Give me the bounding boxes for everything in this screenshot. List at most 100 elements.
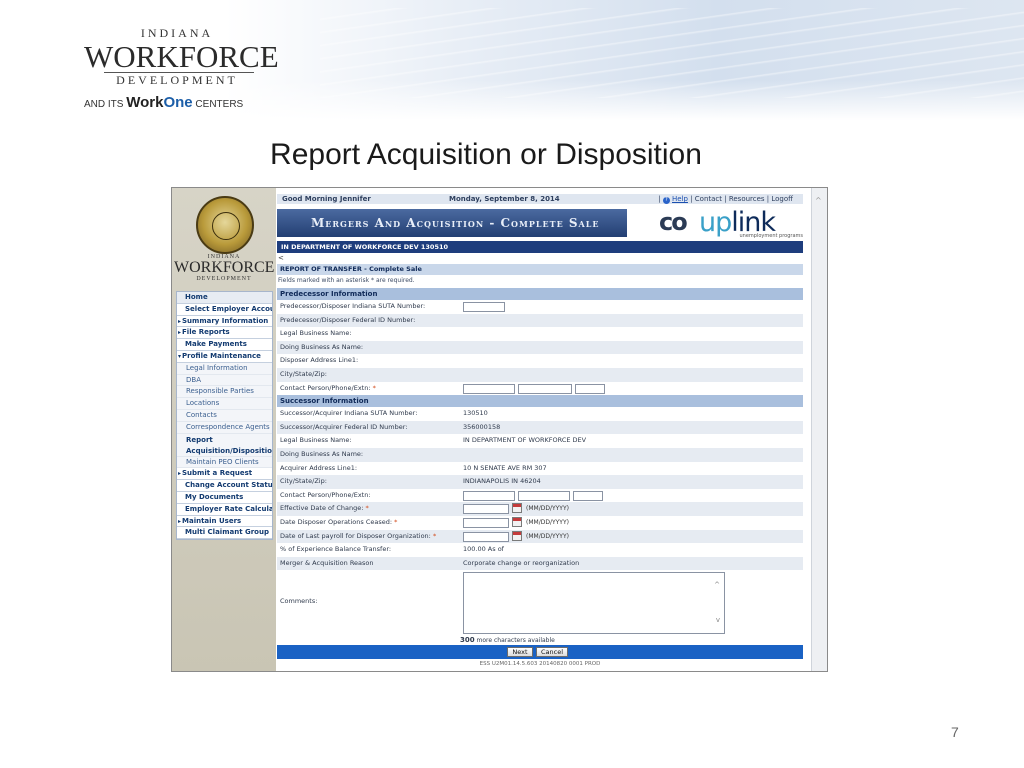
required-asterisk: *: [372, 383, 376, 392]
greeting-text: Good Morning Jennifer: [282, 195, 371, 203]
menu-item-employer-rate-calculator[interactable]: Employer Rate Calculator: [177, 504, 272, 516]
characters-count: 300: [460, 636, 475, 645]
acquisition-reason-label: Merger & Acquisition Reason: [280, 558, 374, 567]
tagline-work: Work: [126, 94, 164, 111]
comments-textarea[interactable]: ^ v: [463, 572, 725, 635]
form-row-acquirer-address: Acquirer Address Line1: 10 N SENATE AVE …: [277, 462, 803, 476]
menu-item-responsible-parties[interactable]: Responsible Parties: [177, 386, 272, 399]
predecessor-dba-label: Doing Business As Name:: [280, 342, 364, 351]
calendar-icon[interactable]: [512, 503, 522, 514]
employer-account-bar: IN DEPARTMENT OF WORKFORCE DEV 130510: [277, 241, 803, 253]
uplink-logo-up: up: [699, 207, 732, 238]
page-number: 7: [951, 724, 959, 740]
uplink-subtitle: unemployment programs: [739, 233, 803, 239]
predecessor-section-heading: Predecessor Information: [277, 288, 803, 300]
menu-item-multi-claimant-group[interactable]: Multi Claimant Group: [177, 527, 272, 540]
next-button[interactable]: Next: [507, 647, 533, 658]
predecessor-contact-phone-input[interactable]: [518, 383, 572, 394]
successor-contact-name-input[interactable]: [463, 490, 515, 501]
predecessor-city-label: City/State/Zip:: [280, 369, 327, 378]
uplink-logo-co: co: [659, 208, 688, 236]
menu-item-home[interactable]: Home: [177, 292, 272, 304]
form-row-successor-city: City/State/Zip: INDIANAPOLIS IN 46204: [277, 475, 803, 489]
form-row-ceased-date: Date Disposer Operations Ceased: * (MM/D…: [277, 516, 803, 530]
menu-item-maintain-users[interactable]: Maintain Users: [177, 516, 272, 528]
last-payroll-date-input[interactable]: [463, 531, 509, 542]
menu-item-my-documents[interactable]: My Documents: [177, 492, 272, 504]
predecessor-contact-extn-input[interactable]: [575, 383, 605, 394]
menu-item-maintain-peo-clients[interactable]: Maintain PEO Clients: [177, 456, 272, 469]
menu-item-file-reports[interactable]: File Reports: [177, 327, 272, 340]
slide-header-swoosh: [320, 8, 1024, 98]
characters-remaining: 300 more characters available: [277, 636, 803, 645]
scroll-up-arrow-icon[interactable]: ^: [815, 196, 822, 205]
scroll-up-icon[interactable]: ^: [714, 579, 720, 593]
scroll-down-icon[interactable]: v: [716, 614, 720, 628]
left-navigation: INDIANA WORKFORCE DEVELOPMENT Home Selec…: [172, 188, 276, 671]
menu-item-make-payments[interactable]: Make Payments: [177, 339, 272, 351]
help-icon[interactable]: ?: [662, 197, 670, 204]
form-row-effective-date: Effective Date of Change: * (MM/DD/YYYY): [277, 502, 803, 516]
form-row-predecessor-city: City/State/Zip:: [277, 367, 803, 382]
menu-item-report-acquisition-disposition[interactable]: Report Acquisition/Disposition: [177, 433, 272, 457]
back-link[interactable]: <: [278, 254, 284, 262]
menu-item-summary-information[interactable]: Summary Information: [177, 316, 272, 328]
calendar-icon[interactable]: [512, 530, 522, 541]
nav-logo-workforce: WORKFORCE: [174, 259, 275, 276]
successor-fein-value: 356000158: [463, 422, 501, 431]
predecessor-contact-name-input[interactable]: [463, 383, 515, 394]
menu-item-locations[interactable]: Locations: [177, 398, 272, 410]
state-seal-icon: [196, 196, 254, 254]
menu-item-contacts[interactable]: Contacts: [177, 409, 272, 422]
required-asterisk: *: [365, 504, 369, 513]
required-fields-note: Fields marked with an asterisk * are req…: [278, 277, 415, 284]
form-row-last-payroll-date: Date of Last payroll for Disposer Organi…: [277, 529, 803, 544]
successor-city-label: City/State/Zip:: [280, 477, 327, 486]
successor-legal-name-label: Legal Business Name:: [280, 436, 352, 445]
side-menu: Home Select Employer Account Summary Inf…: [176, 291, 273, 541]
form-row-disposer-address: Disposer Address Line1:: [277, 354, 803, 368]
acquisition-reason-value: Corporate change or reorganization: [463, 558, 580, 567]
tagline-workone: WorkOne: [126, 94, 192, 111]
menu-item-dba[interactable]: DBA: [177, 374, 272, 387]
last-payroll-date-label: Date of Last payroll for Disposer Organi…: [280, 530, 436, 544]
button-bar: Next Cancel: [277, 645, 803, 660]
effective-date-input[interactable]: [463, 504, 509, 515]
report-title: REPORT OF TRANSFER - Complete Sale: [277, 264, 803, 275]
last-payroll-date-label-text: Date of Last payroll for Disposer Organi…: [280, 531, 431, 540]
menu-item-select-employer-account[interactable]: Select Employer Account: [177, 304, 272, 316]
date-text: Monday, September 8, 2014: [449, 195, 560, 203]
menu-item-submit-a-request[interactable]: Submit a Request: [177, 468, 272, 481]
successor-fein-label: Successor/Acquirer Federal ID Number:: [280, 422, 408, 431]
menu-item-correspondence-agents[interactable]: Correspondence Agents: [177, 421, 272, 434]
effective-date-format: (MM/DD/YYYY): [526, 505, 569, 513]
predecessor-suta-input[interactable]: [463, 302, 505, 312]
acquirer-address-value: 10 N SENATE AVE RM 307: [463, 463, 547, 472]
successor-section-heading: Successor Information: [277, 395, 803, 408]
menu-item-change-account-status[interactable]: Change Account Status: [177, 480, 272, 492]
cancel-button[interactable]: Cancel: [536, 647, 568, 658]
vertical-scrollbar[interactable]: ^: [811, 188, 827, 671]
nav-logo: INDIANA WORKFORCE DEVELOPMENT: [174, 254, 274, 282]
help-link[interactable]: Help: [672, 195, 688, 203]
ceased-date-format: (MM/DD/YYYY): [526, 518, 569, 526]
menu-item-legal-information[interactable]: Legal Information: [177, 362, 272, 375]
logo-workforce-text: WORKFORCE: [84, 39, 279, 74]
effective-date-label: Effective Date of Change: *: [280, 502, 369, 516]
ceased-date-label-text: Date Disposer Operations Ceased:: [280, 517, 393, 526]
comments-label: Comments:: [280, 597, 318, 606]
successor-contact-phone-input[interactable]: [518, 490, 570, 501]
form-row-successor-dba: Doing Business As Name:: [277, 447, 803, 462]
top-links-text[interactable]: | Contact | Resources | Logoff: [688, 195, 793, 203]
calendar-icon[interactable]: [512, 516, 522, 527]
ceased-date-input[interactable]: [463, 517, 509, 528]
form-row-successor-fein: Successor/Acquirer Federal ID Number: 35…: [277, 420, 803, 435]
predecessor-contact-label: Contact Person/Phone/Extn: *: [280, 382, 376, 396]
form-row-comments: Comments: ^ v: [277, 570, 803, 636]
form-row-experience-transfer: % of Experience Balance Transfer: 100.00…: [277, 543, 803, 557]
successor-suta-value: 130510: [463, 409, 488, 418]
form-row-acquisition-reason: Merger & Acquisition Reason Corporate ch…: [277, 556, 803, 571]
menu-item-profile-maintenance[interactable]: Profile Maintenance: [177, 351, 272, 363]
successor-contact-extn-input[interactable]: [573, 490, 603, 501]
form-row-predecessor-dba: Doing Business As Name:: [277, 340, 803, 355]
